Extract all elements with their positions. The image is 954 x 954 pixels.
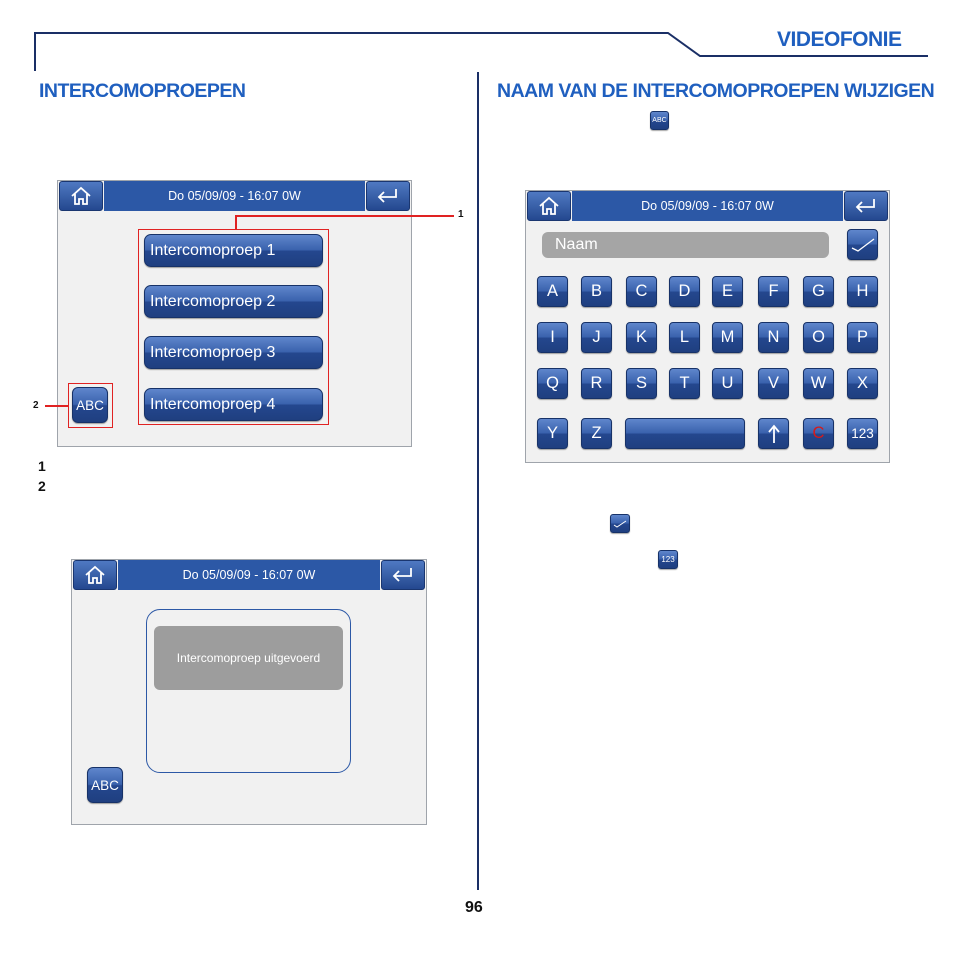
numeric-key[interactable]: 123 [847,418,878,449]
back-button[interactable] [844,191,888,221]
page-number: 96 [465,899,483,916]
back-button[interactable] [366,181,410,211]
key-t[interactable]: T [669,368,700,399]
callout-line-2 [45,405,68,407]
key-v[interactable]: V [758,368,789,399]
clear-key[interactable]: C [803,418,834,449]
key-i[interactable]: I [537,322,568,353]
section-title-intercomoproepen: INTERCOMOPROEPEN [39,80,246,102]
key-e[interactable]: E [712,276,743,307]
callout-line-1a [235,215,237,229]
chapter-title: VIDEOFONIE [777,28,902,51]
key-g[interactable]: G [803,276,834,307]
key-l[interactable]: L [669,322,700,353]
home-button[interactable] [73,560,117,590]
section-title-naam-wijzigen: NAAM VAN DE INTERCOMOPROEPEN WIJZIGEN [497,80,935,102]
key-o[interactable]: O [803,322,834,353]
status-message: Intercomoproep uitgevoerd [154,626,343,690]
datetime-bar: Do 05/09/09 - 16:07 0W [572,191,843,221]
status-bar: Do 05/09/09 - 16:07 0W [58,181,411,211]
key-z[interactable]: Z [581,418,612,449]
key-m[interactable]: M [712,322,743,353]
back-arrow-icon [377,189,397,203]
home-button[interactable] [527,191,571,221]
key-d[interactable]: D [669,276,700,307]
abc-inline-icon: ABC [650,111,669,130]
up-arrow-icon [767,424,780,443]
home-icon [539,196,559,215]
confirm-button[interactable] [847,229,878,260]
key-f[interactable]: F [758,276,789,307]
key-s[interactable]: S [626,368,657,399]
key-u[interactable]: U [712,368,743,399]
home-button[interactable] [59,181,103,211]
checkmark-inline-icon [610,514,630,533]
key-n[interactable]: N [758,322,789,353]
datetime-bar: Do 05/09/09 - 16:07 0W [104,181,365,211]
intercom-call-button-1[interactable]: Intercomoproep 1 [144,234,323,267]
column-divider [477,72,479,890]
callout-number-2: 2 [33,400,39,411]
key-a[interactable]: A [537,276,568,307]
key-c[interactable]: C [626,276,657,307]
name-input[interactable]: Naam [542,232,829,258]
key-b[interactable]: B [581,276,612,307]
key-x[interactable]: X [847,368,878,399]
key-k[interactable]: K [626,322,657,353]
home-icon [85,565,105,584]
checkmark-icon [613,520,627,528]
intercom-call-button-3[interactable]: Intercomoproep 3 [144,336,323,369]
key-j[interactable]: J [581,322,612,353]
key-q[interactable]: Q [537,368,568,399]
key-y[interactable]: Y [537,418,568,449]
legend-number-1: 1 [38,458,46,474]
numeric-inline-icon: 123 [658,550,678,569]
back-arrow-icon [855,199,875,213]
home-icon [71,186,91,205]
back-arrow-icon [392,568,412,582]
space-key[interactable] [625,418,745,449]
key-h[interactable]: H [847,276,878,307]
checkmark-icon [851,237,874,252]
callout-number-1: 1 [458,209,464,220]
status-bar: Do 05/09/09 - 16:07 0W [526,191,889,221]
datetime-bar: Do 05/09/09 - 16:07 0W [118,560,380,590]
legend-number-2: 2 [38,478,46,494]
key-r[interactable]: R [581,368,612,399]
abc-button[interactable]: ABC [72,387,108,423]
key-p[interactable]: P [847,322,878,353]
key-w[interactable]: W [803,368,834,399]
status-bar: Do 05/09/09 - 16:07 0W [72,560,426,590]
back-button[interactable] [381,560,425,590]
intercom-call-button-2[interactable]: Intercomoproep 2 [144,285,323,318]
intercom-call-button-4[interactable]: Intercomoproep 4 [144,388,323,421]
callout-line-1b [235,215,454,217]
abc-button[interactable]: ABC [87,767,123,803]
shift-key[interactable] [758,418,789,449]
